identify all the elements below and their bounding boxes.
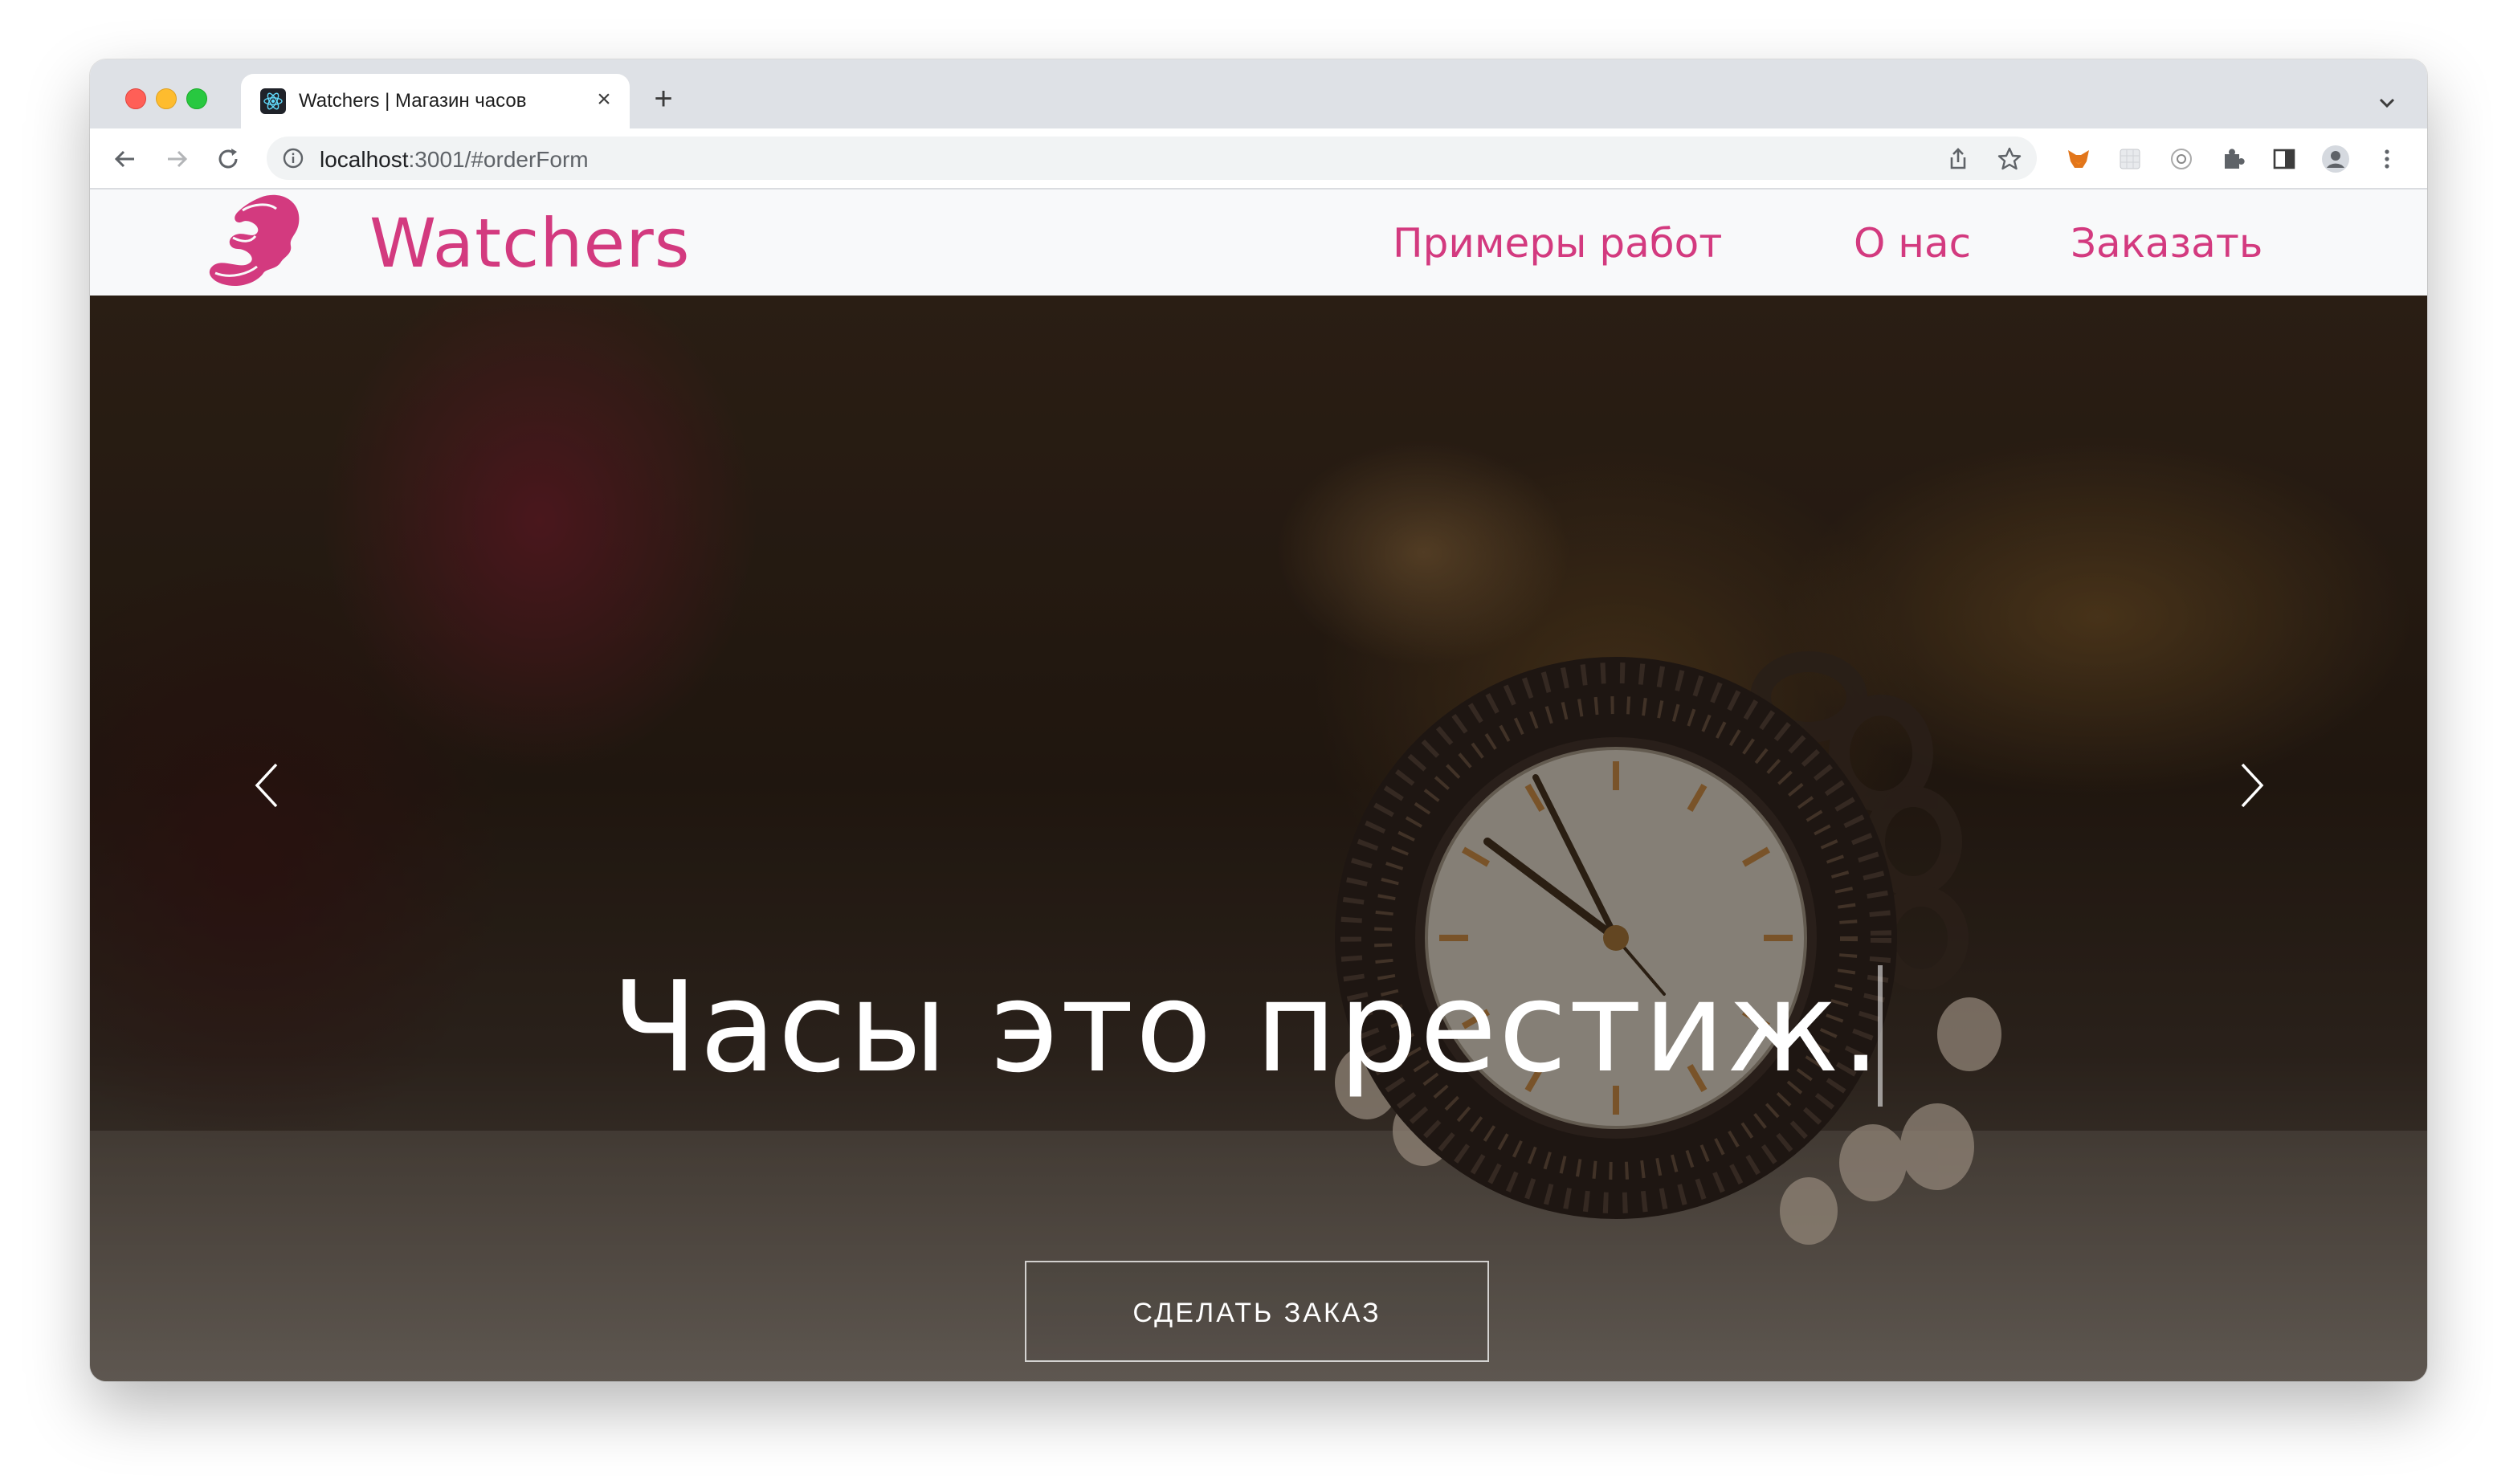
- brand-name[interactable]: Watchers: [369, 204, 691, 283]
- back-arrow-icon[interactable]: [109, 143, 141, 175]
- url-host: localhost: [320, 147, 409, 172]
- carousel-next-chevron-right-icon[interactable]: [2220, 745, 2284, 826]
- browser-window: Watchers | Магазин часов × + localhost:3…: [90, 59, 2427, 1381]
- hero-dark-overlay: [90, 296, 2427, 1381]
- nav-link-examples[interactable]: Примеры работ: [1393, 220, 1722, 267]
- url-text[interactable]: localhost:3001/#orderForm: [320, 147, 589, 173]
- forward-arrow-icon[interactable]: [161, 143, 193, 175]
- woman-profile-logo-icon[interactable]: [204, 190, 316, 292]
- reload-icon[interactable]: [212, 143, 244, 175]
- metamask-fox-icon[interactable]: [2063, 143, 2095, 175]
- extension-eye-icon[interactable]: [2165, 143, 2197, 175]
- site-info-icon[interactable]: [281, 146, 305, 170]
- address-bar[interactable]: localhost:3001/#orderForm: [267, 137, 2037, 180]
- extensions-puzzle-icon[interactable]: [2217, 143, 2249, 175]
- tab-strip: Watchers | Магазин часов × +: [90, 59, 2427, 128]
- nav-link-order[interactable]: Заказать: [2071, 220, 2262, 267]
- url-path: :3001/#orderForm: [408, 147, 589, 172]
- hero-carousel: Часы это престиж. СДЕЛАТЬ ЗАКАЗ: [90, 296, 2427, 1381]
- make-order-button[interactable]: СДЕЛАТЬ ЗАКАЗ: [1025, 1261, 1489, 1362]
- carousel-prev-chevron-left-icon[interactable]: [235, 745, 299, 826]
- profile-avatar-icon[interactable]: [2320, 143, 2352, 175]
- tab-search-chevron-icon[interactable]: [2371, 87, 2403, 119]
- more-menu-icon[interactable]: [2371, 143, 2403, 175]
- zoom-window-button[interactable]: [186, 88, 207, 109]
- close-window-button[interactable]: [125, 88, 146, 109]
- minimize-window-button[interactable]: [156, 88, 177, 109]
- new-tab-button[interactable]: +: [644, 80, 683, 119]
- hero-heading: Часы это престиж.: [612, 954, 1883, 1100]
- nav-link-about[interactable]: О нас: [1854, 220, 1971, 267]
- tab-title: Watchers | Магазин часов: [299, 90, 527, 112]
- side-panel-icon[interactable]: [2268, 143, 2300, 175]
- bookmark-star-icon[interactable]: [1993, 143, 2026, 175]
- tab-close-icon[interactable]: ×: [591, 87, 617, 112]
- site-navbar: Watchers Примеры работ О нас Заказать: [90, 190, 2427, 296]
- react-icon: [260, 88, 286, 114]
- typing-caret: [1878, 965, 1883, 1107]
- browser-tab[interactable]: Watchers | Магазин часов ×: [241, 74, 630, 128]
- extension-grid-icon[interactable]: [2114, 143, 2146, 175]
- share-icon[interactable]: [1942, 143, 1974, 175]
- browser-toolbar: localhost:3001/#orderForm: [90, 128, 2427, 190]
